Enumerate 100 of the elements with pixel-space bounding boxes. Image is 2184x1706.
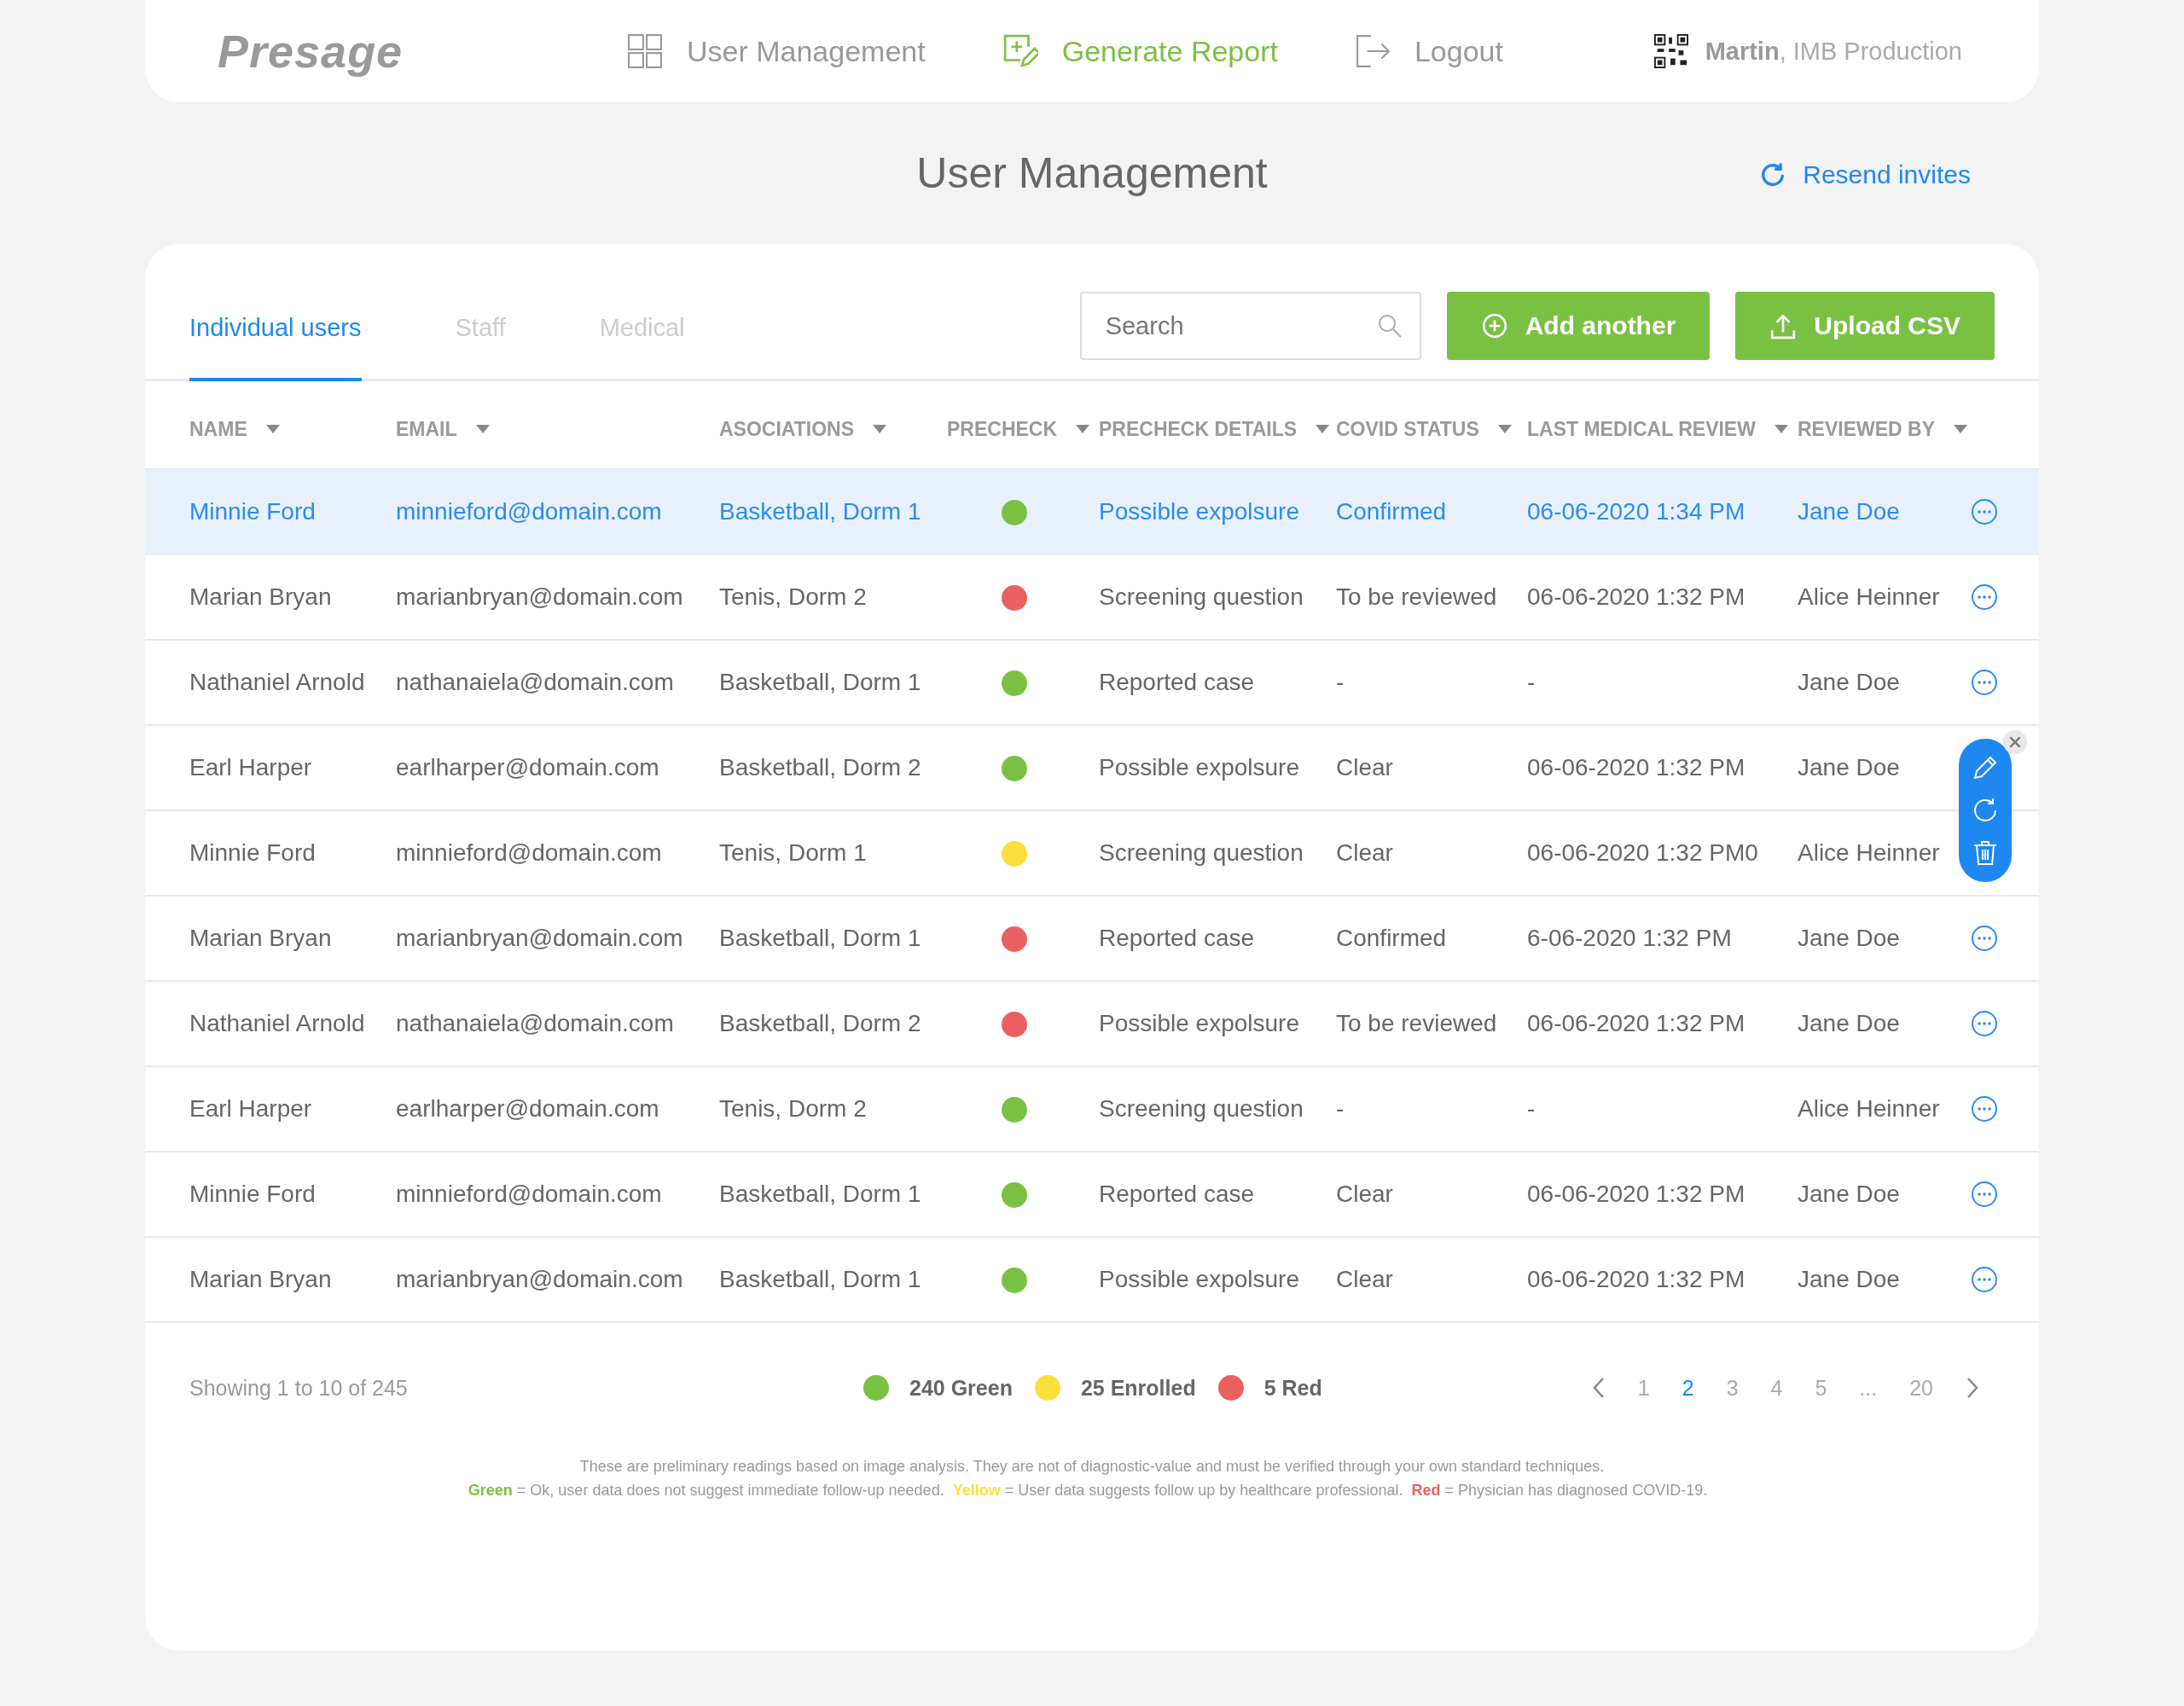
refresh-icon[interactable] [1972, 797, 1999, 824]
last-review-cell: 06-06-2020 1:32 PM [1527, 1181, 1745, 1207]
more-options-icon[interactable] [1971, 1010, 1998, 1037]
column-header[interactable]: EMAIL [396, 417, 457, 441]
previous-page-icon[interactable] [1591, 1377, 1606, 1399]
logout-icon [1354, 33, 1391, 69]
page-link[interactable]: 4 [1770, 1375, 1783, 1401]
email-cell: minnieford@domain.com [396, 839, 662, 866]
name-cell: Nathaniel Arnold [189, 1010, 365, 1036]
table-row[interactable]: Marian Bryan marianbryan@domain.com Basketball, Dorm 1 Reported case Confirmed 6-06-2020 1:32 PM Jane Doe [145, 897, 2039, 982]
precheck-details-cell: Screening question [1099, 839, 1304, 866]
sort-caret-icon[interactable] [873, 425, 887, 433]
last-review-cell: 06-06-2020 1:32 PM [1527, 1010, 1745, 1036]
sort-caret-icon[interactable] [1497, 425, 1512, 433]
column-header[interactable]: REVIEWED BY [1798, 417, 1936, 441]
table-row[interactable]: Earl Harper earlharper@domain.com Basketball, Dorm 2 Possible expolsure Clear 06-06-2020 1:32 PM Jane Doe [145, 726, 2039, 811]
page-link[interactable]: 1 [1637, 1375, 1650, 1401]
more-options-icon[interactable] [1971, 1181, 1998, 1208]
page-title: User Management [916, 148, 1268, 198]
page-link[interactable]: 2 [1682, 1375, 1694, 1401]
email-cell: nathanaiela@domain.com [396, 1010, 674, 1036]
covid-status-cell: Confirmed [1336, 498, 1447, 525]
reviewed-by-cell: Jane Doe [1798, 498, 1900, 525]
precheck-details-cell: Screening question [1099, 583, 1304, 610]
logo[interactable]: Presage [218, 21, 422, 81]
table-row[interactable]: Marian Bryan marianbryan@domain.com Basketball, Dorm 1 Possible expolsure Clear 06-06-2020 1:32 PM Jane Doe [145, 1238, 2039, 1323]
name-cell: Nathaniel Arnold [189, 669, 365, 695]
table-row[interactable]: Marian Bryan marianbryan@domain.com Tenis, Dorm 2 Screening question To be reviewed 06-06-2020 1:32 PM Alice Heinner [145, 555, 2039, 641]
close-icon[interactable] [2003, 730, 2027, 754]
sort-caret-icon[interactable] [1076, 425, 1090, 433]
trash-icon[interactable] [1972, 839, 1999, 867]
nav-link[interactable]: User Management [627, 33, 926, 69]
reviewed-by-cell: Jane Doe [1798, 754, 1900, 780]
pencil-icon[interactable] [1972, 754, 1999, 781]
table-row[interactable]: Nathaniel Arnold nathanaiela@domain.com Basketball, Dorm 2 Possible expolsure To be reviewed 06-06-2020 1:32 PM Jane Doe [145, 982, 2039, 1067]
precheck-details-cell: Reported case [1099, 669, 1255, 695]
name-cell: Marian Bryan [189, 925, 332, 951]
last-review-cell: 06-06-2020 1:32 PM [1527, 1266, 1745, 1292]
showing-count: Showing 1 to 10 of 245 [189, 1375, 409, 1401]
name-cell: Marian Bryan [189, 1266, 332, 1292]
upload-icon [1769, 312, 1798, 339]
covid-status-cell: Clear [1336, 754, 1393, 780]
next-page-icon[interactable] [1966, 1377, 1979, 1399]
more-options-icon[interactable] [1971, 669, 1998, 696]
reviewed-by-cell: Jane Doe [1798, 1010, 1900, 1036]
nav-link[interactable]: Logout [1354, 33, 1503, 69]
sort-caret-icon[interactable] [1316, 425, 1330, 433]
precheck-details-cell: Screening question [1099, 1095, 1304, 1122]
last-review-cell: 06-06-2020 1:32 PM [1527, 583, 1745, 610]
reviewed-by-cell: Jane Doe [1798, 669, 1900, 695]
sort-caret-icon[interactable] [1774, 425, 1788, 433]
precheck-details-cell: Possible expolsure [1099, 1010, 1300, 1036]
more-options-icon[interactable] [1971, 925, 1998, 952]
nav-link[interactable]: Generate Report [1002, 33, 1278, 69]
column-header[interactable]: ASOCIATIONS [719, 417, 855, 441]
column-header[interactable]: NAME [189, 417, 247, 441]
sort-caret-icon[interactable] [1954, 425, 1968, 433]
associations-cell: Basketball, Dorm 1 [719, 498, 921, 525]
column-header[interactable]: PRECHECK DETAILS [1099, 417, 1298, 441]
column-header[interactable]: LAST MEDICAL REVIEW [1527, 417, 1756, 441]
email-cell: marianbryan@domain.com [396, 583, 683, 610]
disclaimer-text: These are preliminary readings based on image analysis. They are not of diagnostic-value and must be verified through your own standard techniques. [578, 1457, 1606, 1477]
column-header[interactable]: COVID STATUS [1336, 417, 1479, 441]
more-options-icon[interactable] [1971, 583, 1998, 611]
sort-caret-icon[interactable] [475, 425, 490, 433]
add-another-button[interactable]: Add another [1446, 292, 1711, 360]
resend-invites-link[interactable]: Resend invites [1758, 160, 1971, 189]
page-link[interactable]: 3 [1726, 1375, 1739, 1401]
page-link[interactable]: 5 [1815, 1375, 1827, 1401]
color-key-text: Green = Ok, user data does not suggest immediate follow-up needed. Yellow = User data suggests follow up by healthcare professional. Red = Physician has diagnosed COVID-19. [467, 1481, 1709, 1500]
table-row[interactable]: Earl Harper earlharper@domain.com Tenis, Dorm 2 Screening question - - Alice Heinner [145, 1067, 2039, 1152]
name-cell: Earl Harper [189, 754, 312, 780]
table-row[interactable]: Minnie Ford minnieford@domain.com Tenis, Dorm 1 Screening question Clear 06-06-2020 1:32 PM0 Alice Heinner [145, 811, 2039, 897]
user-account[interactable]: Martin, IMB Production [1705, 37, 1962, 66]
associations-cell: Basketball, Dorm 2 [719, 1010, 921, 1036]
table-row[interactable]: Minnie Ford minnieford@domain.com Basketball, Dorm 1 Reported case Clear 06-06-2020 1:32 PM Jane Doe [145, 1152, 2039, 1238]
name-cell: Earl Harper [189, 1095, 312, 1122]
email-cell: minnieford@domain.com [396, 498, 662, 525]
search-field[interactable]: Search [1079, 292, 1421, 360]
column-header[interactable]: PRECHECK [947, 417, 1058, 441]
associations-cell: Basketball, Dorm 1 [719, 1266, 921, 1292]
reviewed-by-cell: Alice Heinner [1798, 839, 1940, 866]
upload-csv-button[interactable]: Upload CSV [1735, 292, 1995, 360]
sort-caret-icon[interactable] [265, 425, 280, 433]
reviewed-by-cell: Jane Doe [1798, 1181, 1900, 1207]
tab[interactable]: Individual users [189, 244, 362, 381]
name-cell: Minnie Ford [189, 498, 316, 525]
selected-table-row[interactable]: Minnie Ford minnieford@domain.com Basketball, Dorm 1 Possible expolsure Confirmed 06-06-2020 1:34 PM Jane Doe [145, 470, 2039, 555]
reviewed-by-cell: Jane Doe [1798, 925, 1900, 951]
last-review-cell: - [1527, 669, 1536, 695]
precheck-details-cell: Possible expolsure [1099, 498, 1300, 525]
name-cell: Marian Bryan [189, 583, 332, 610]
table-row[interactable]: Nathaniel Arnold nathanaiela@domain.com Basketball, Dorm 1 Reported case - - Jane Doe [145, 641, 2039, 726]
page-link[interactable]: ... [1859, 1375, 1878, 1401]
more-options-icon[interactable] [1971, 498, 1998, 525]
search-icon [1376, 313, 1403, 339]
page-link[interactable]: 20 [1909, 1375, 1933, 1401]
more-options-icon[interactable] [1971, 1095, 1998, 1123]
last-review-cell: 06-06-2020 1:32 PM [1527, 754, 1745, 780]
more-options-icon[interactable] [1971, 1266, 1998, 1293]
